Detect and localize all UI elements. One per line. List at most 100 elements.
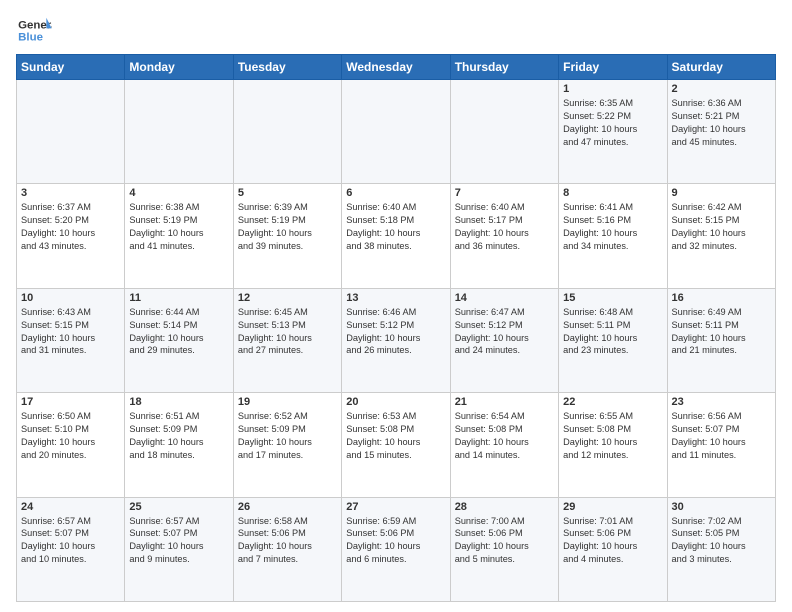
calendar-cell <box>450 80 558 184</box>
calendar-cell: 25 Sunrise: 6:57 AM Sunset: 5:07 PM Dayli… <box>125 497 233 601</box>
day-info: Sunrise: 6:40 AM Sunset: 5:17 PM Dayligh… <box>455 201 554 253</box>
day-info: Sunrise: 6:50 AM Sunset: 5:10 PM Dayligh… <box>21 410 120 462</box>
day-info: Sunrise: 6:44 AM Sunset: 5:14 PM Dayligh… <box>129 306 228 358</box>
calendar-cell: 14 Sunrise: 6:47 AM Sunset: 5:12 PM Dayli… <box>450 288 558 392</box>
calendar-table: SundayMondayTuesdayWednesdayThursdayFrid… <box>16 54 776 602</box>
day-info: Sunrise: 6:45 AM Sunset: 5:13 PM Dayligh… <box>238 306 337 358</box>
calendar-cell: 3 Sunrise: 6:37 AM Sunset: 5:20 PM Daylig… <box>17 184 125 288</box>
calendar-cell <box>125 80 233 184</box>
day-info: Sunrise: 6:47 AM Sunset: 5:12 PM Dayligh… <box>455 306 554 358</box>
day-info: Sunrise: 6:46 AM Sunset: 5:12 PM Dayligh… <box>346 306 445 358</box>
calendar-cell: 28 Sunrise: 7:00 AM Sunset: 5:06 PM Dayli… <box>450 497 558 601</box>
day-number: 22 <box>563 396 662 408</box>
day-info: Sunrise: 6:56 AM Sunset: 5:07 PM Dayligh… <box>672 410 771 462</box>
day-number: 17 <box>21 396 120 408</box>
day-number: 29 <box>563 501 662 513</box>
calendar-cell: 5Sunrise: 6:39 AM Sunset: 5:19 PM Daylig… <box>233 184 341 288</box>
day-number: 24 <box>21 501 120 513</box>
weekday-header-thursday: Thursday <box>450 55 558 80</box>
day-number: 26 <box>238 501 337 513</box>
day-number: 20 <box>346 396 445 408</box>
day-number: 4 <box>129 187 228 199</box>
calendar-cell: 15 Sunrise: 6:48 AM Sunset: 5:11 PM Dayli… <box>559 288 667 392</box>
calendar-cell: 10 Sunrise: 6:43 AM Sunset: 5:15 PM Dayli… <box>17 288 125 392</box>
day-info: Sunrise: 6:43 AM Sunset: 5:15 PM Dayligh… <box>21 306 120 358</box>
day-info: Sunrise: 6:41 AM Sunset: 5:16 PM Dayligh… <box>563 201 662 253</box>
day-number: 7 <box>455 187 554 199</box>
day-info: Sunrise: 6:57 AM Sunset: 5:07 PM Dayligh… <box>21 515 120 567</box>
day-number: 18 <box>129 396 228 408</box>
day-number: 10 <box>21 292 120 304</box>
week-row-2: 10 Sunrise: 6:43 AM Sunset: 5:15 PM Dayli… <box>17 288 776 392</box>
calendar-cell: 12Sunrise: 6:45 AM Sunset: 5:13 PM Dayli… <box>233 288 341 392</box>
day-info: Sunrise: 7:02 AM Sunset: 5:05 PM Dayligh… <box>672 515 771 567</box>
week-row-3: 17 Sunrise: 6:50 AM Sunset: 5:10 PM Dayli… <box>17 393 776 497</box>
calendar-cell: 13 Sunrise: 6:46 AM Sunset: 5:12 PM Dayli… <box>342 288 450 392</box>
calendar-cell: 6Sunrise: 6:40 AM Sunset: 5:18 PM Daylig… <box>342 184 450 288</box>
day-info: Sunrise: 6:48 AM Sunset: 5:11 PM Dayligh… <box>563 306 662 358</box>
calendar-cell: 9 Sunrise: 6:42 AM Sunset: 5:15 PM Daylig… <box>667 184 775 288</box>
day-info: Sunrise: 6:38 AM Sunset: 5:19 PM Dayligh… <box>129 201 228 253</box>
day-info: Sunrise: 6:53 AM Sunset: 5:08 PM Dayligh… <box>346 410 445 462</box>
calendar-cell: 21Sunrise: 6:54 AM Sunset: 5:08 PM Dayli… <box>450 393 558 497</box>
day-number: 25 <box>129 501 228 513</box>
week-row-1: 3 Sunrise: 6:37 AM Sunset: 5:20 PM Daylig… <box>17 184 776 288</box>
day-info: Sunrise: 6:58 AM Sunset: 5:06 PM Dayligh… <box>238 515 337 567</box>
calendar-cell: 27 Sunrise: 6:59 AM Sunset: 5:06 PM Dayli… <box>342 497 450 601</box>
logo-icon: General Blue <box>16 16 52 46</box>
calendar-cell: 22 Sunrise: 6:55 AM Sunset: 5:08 PM Dayli… <box>559 393 667 497</box>
weekday-header-tuesday: Tuesday <box>233 55 341 80</box>
calendar-cell: 20 Sunrise: 6:53 AM Sunset: 5:08 PM Dayli… <box>342 393 450 497</box>
calendar-cell: 24 Sunrise: 6:57 AM Sunset: 5:07 PM Dayli… <box>17 497 125 601</box>
day-info: Sunrise: 6:35 AM Sunset: 5:22 PM Dayligh… <box>563 97 662 149</box>
day-info: Sunrise: 6:49 AM Sunset: 5:11 PM Dayligh… <box>672 306 771 358</box>
day-number: 2 <box>672 83 771 95</box>
calendar-cell <box>233 80 341 184</box>
calendar-cell: 16 Sunrise: 6:49 AM Sunset: 5:11 PM Dayli… <box>667 288 775 392</box>
page: General Blue SundayMondayTuesdayWednesda… <box>0 0 792 612</box>
day-number: 1 <box>563 83 662 95</box>
calendar-cell: 29 Sunrise: 7:01 AM Sunset: 5:06 PM Dayli… <box>559 497 667 601</box>
weekday-header-saturday: Saturday <box>667 55 775 80</box>
day-number: 14 <box>455 292 554 304</box>
calendar-cell: 26 Sunrise: 6:58 AM Sunset: 5:06 PM Dayli… <box>233 497 341 601</box>
calendar-cell <box>342 80 450 184</box>
day-number: 5 <box>238 187 337 199</box>
day-info: Sunrise: 6:51 AM Sunset: 5:09 PM Dayligh… <box>129 410 228 462</box>
day-number: 8 <box>563 187 662 199</box>
day-info: Sunrise: 6:54 AM Sunset: 5:08 PM Dayligh… <box>455 410 554 462</box>
calendar-cell: 7 Sunrise: 6:40 AM Sunset: 5:17 PM Daylig… <box>450 184 558 288</box>
day-info: Sunrise: 6:52 AM Sunset: 5:09 PM Dayligh… <box>238 410 337 462</box>
weekday-header-monday: Monday <box>125 55 233 80</box>
day-info: Sunrise: 7:00 AM Sunset: 5:06 PM Dayligh… <box>455 515 554 567</box>
day-number: 28 <box>455 501 554 513</box>
day-number: 9 <box>672 187 771 199</box>
day-number: 15 <box>563 292 662 304</box>
week-row-0: 1 Sunrise: 6:35 AM Sunset: 5:22 PM Daylig… <box>17 80 776 184</box>
calendar-cell: 11Sunrise: 6:44 AM Sunset: 5:14 PM Dayli… <box>125 288 233 392</box>
day-number: 30 <box>672 501 771 513</box>
day-number: 16 <box>672 292 771 304</box>
calendar-cell: 8 Sunrise: 6:41 AM Sunset: 5:16 PM Daylig… <box>559 184 667 288</box>
day-info: Sunrise: 6:57 AM Sunset: 5:07 PM Dayligh… <box>129 515 228 567</box>
calendar-cell: 17 Sunrise: 6:50 AM Sunset: 5:10 PM Dayli… <box>17 393 125 497</box>
header: General Blue <box>16 16 776 46</box>
day-info: Sunrise: 7:01 AM Sunset: 5:06 PM Dayligh… <box>563 515 662 567</box>
day-info: Sunrise: 6:55 AM Sunset: 5:08 PM Dayligh… <box>563 410 662 462</box>
day-info: Sunrise: 6:59 AM Sunset: 5:06 PM Dayligh… <box>346 515 445 567</box>
day-number: 3 <box>21 187 120 199</box>
calendar-cell: 23Sunrise: 6:56 AM Sunset: 5:07 PM Dayli… <box>667 393 775 497</box>
calendar-cell <box>17 80 125 184</box>
calendar-cell: 19 Sunrise: 6:52 AM Sunset: 5:09 PM Dayli… <box>233 393 341 497</box>
day-number: 13 <box>346 292 445 304</box>
week-row-4: 24 Sunrise: 6:57 AM Sunset: 5:07 PM Dayli… <box>17 497 776 601</box>
day-number: 19 <box>238 396 337 408</box>
day-info: Sunrise: 6:37 AM Sunset: 5:20 PM Dayligh… <box>21 201 120 253</box>
weekday-header-wednesday: Wednesday <box>342 55 450 80</box>
logo: General Blue <box>16 16 56 46</box>
calendar-cell: 2Sunrise: 6:36 AM Sunset: 5:21 PM Daylig… <box>667 80 775 184</box>
weekday-header-friday: Friday <box>559 55 667 80</box>
calendar-cell: 30 Sunrise: 7:02 AM Sunset: 5:05 PM Dayli… <box>667 497 775 601</box>
day-number: 27 <box>346 501 445 513</box>
day-info: Sunrise: 6:42 AM Sunset: 5:15 PM Dayligh… <box>672 201 771 253</box>
